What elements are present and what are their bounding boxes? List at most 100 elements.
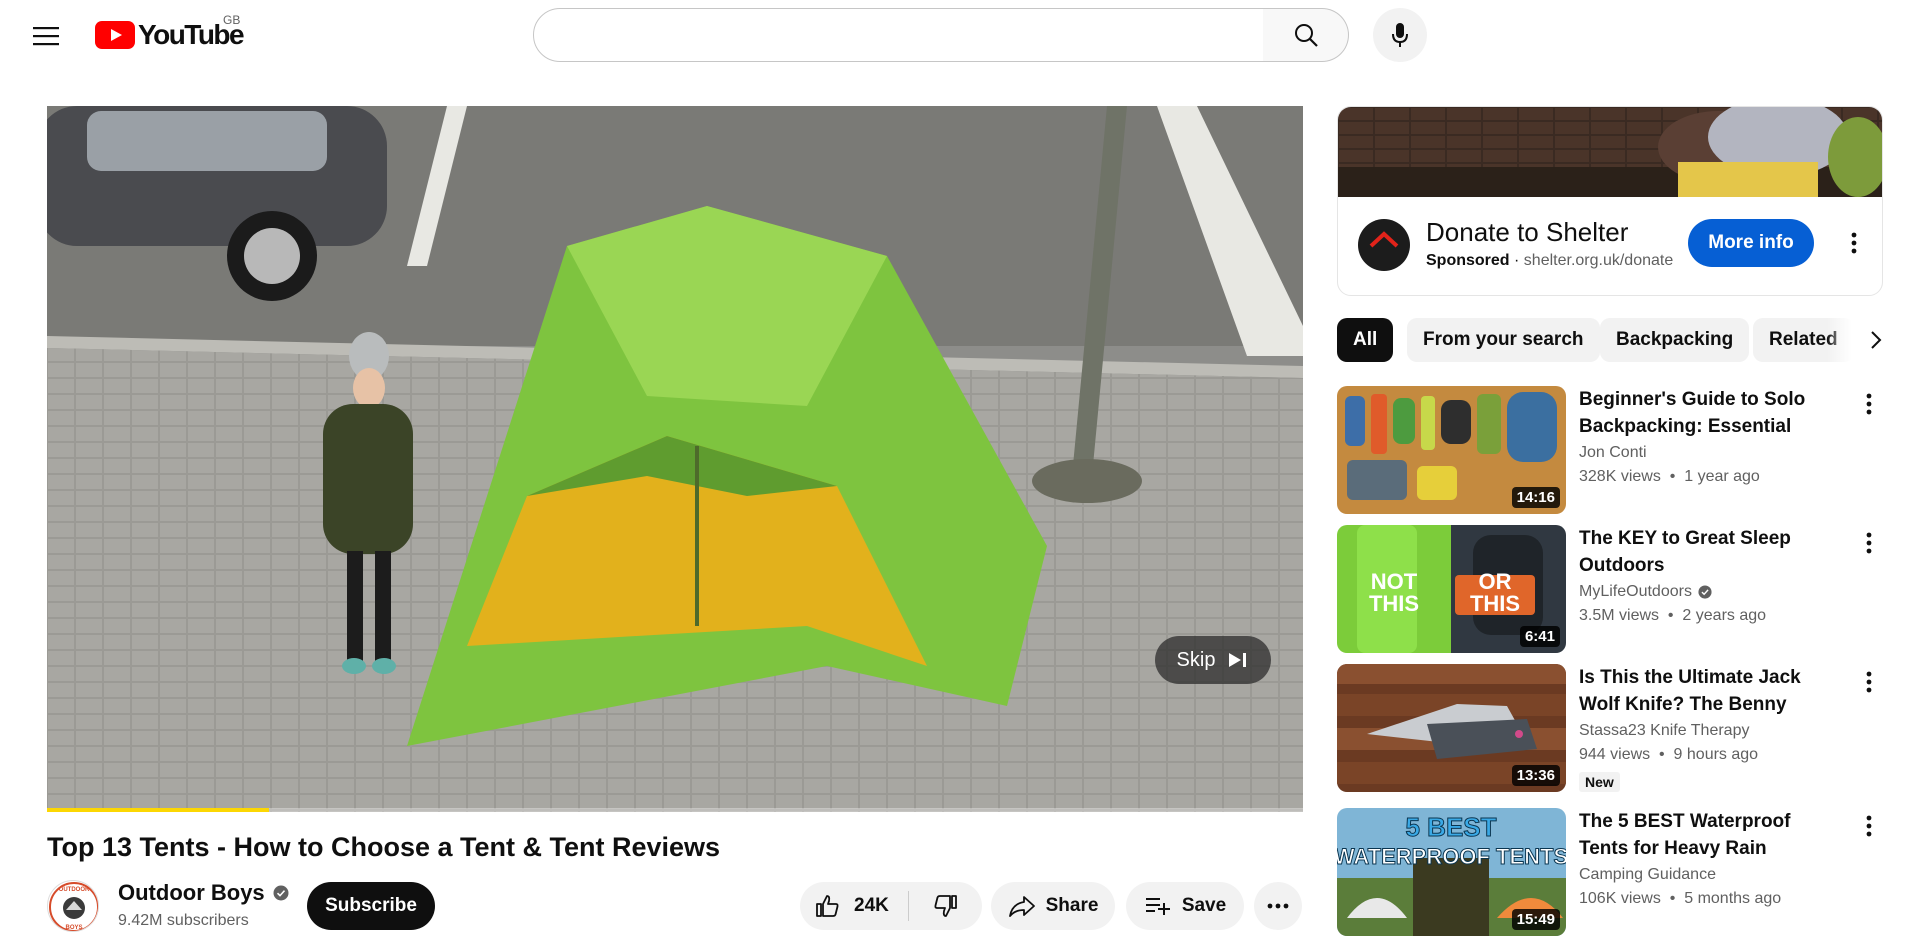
like-count: 24K bbox=[854, 895, 889, 916]
svg-text:THIS: THIS bbox=[1470, 591, 1520, 616]
house-icon bbox=[1369, 231, 1399, 248]
view-count: 944 views bbox=[1579, 746, 1651, 763]
masthead: YouTube GB bbox=[0, 0, 1920, 72]
video-stats: 3.5M views • 2 years ago bbox=[1579, 607, 1767, 624]
channel-name[interactable]: MyLifeOutdoors bbox=[1579, 583, 1712, 601]
vertical-dots-icon bbox=[1851, 232, 1857, 254]
channel-avatar[interactable]: OUTDOOR BOYS bbox=[47, 880, 99, 932]
youtube-logo[interactable]: YouTube bbox=[95, 18, 245, 52]
skip-label: Skip bbox=[1176, 648, 1216, 671]
svg-text:WATERPROOF TENTS: WATERPROOF TENTS bbox=[1337, 844, 1566, 869]
recommended-video-item[interactable]: NOT THIS OR THIS 6:41 The KEY to Great S… bbox=[1337, 525, 1883, 653]
save-button[interactable]: Save bbox=[1126, 882, 1244, 930]
save-label: Save bbox=[1181, 895, 1227, 916]
more-actions-button[interactable] bbox=[1254, 882, 1302, 930]
chip-from-your-search[interactable]: From your search bbox=[1407, 318, 1600, 362]
video-menu-button[interactable] bbox=[1855, 664, 1883, 700]
search-icon bbox=[1294, 24, 1318, 47]
channel-name-text: MyLifeOutdoors bbox=[1579, 583, 1692, 600]
video-title[interactable]: The 5 BEST Waterproof Tents for Heavy Ra… bbox=[1579, 808, 1835, 862]
hamburger-menu-icon bbox=[33, 27, 59, 46]
video-duration: 14:16 bbox=[1511, 487, 1560, 508]
channel-name[interactable]: Outdoor Boys bbox=[118, 880, 289, 906]
upload-age: 9 hours ago bbox=[1673, 746, 1759, 763]
chips-scroll-right-button[interactable] bbox=[1827, 318, 1883, 362]
ad-progress-bar[interactable] bbox=[47, 808, 1303, 812]
video-menu-button[interactable] bbox=[1855, 525, 1883, 561]
svg-text:THIS: THIS bbox=[1369, 591, 1419, 616]
subscribe-button[interactable]: Subscribe bbox=[307, 882, 435, 930]
channel-name-text: Stassa23 Knife Therapy bbox=[1579, 722, 1750, 739]
video-player[interactable]: Skip bbox=[47, 106, 1303, 812]
more-info-button[interactable]: More info bbox=[1688, 219, 1814, 267]
upload-age: 5 months ago bbox=[1684, 890, 1782, 907]
video-stats: 328K views • 1 year ago bbox=[1579, 468, 1760, 485]
chip-backpacking[interactable]: Backpacking bbox=[1600, 318, 1750, 362]
channel-name[interactable]: Camping Guidance bbox=[1579, 866, 1716, 884]
ad-menu-button[interactable] bbox=[1836, 225, 1872, 261]
channel-name-text: Outdoor Boys bbox=[118, 880, 265, 905]
vertical-dots-icon bbox=[1866, 393, 1872, 415]
video-menu-button[interactable] bbox=[1855, 386, 1883, 422]
guide-menu-button[interactable] bbox=[24, 14, 68, 58]
vertical-dots-icon bbox=[1866, 671, 1872, 693]
svg-text:BOYS: BOYS bbox=[65, 925, 82, 931]
view-count: 3.5M views bbox=[1579, 607, 1660, 624]
search-box bbox=[533, 8, 1264, 62]
search-input[interactable] bbox=[534, 9, 1263, 61]
sponsored-label: Sponsored bbox=[1426, 252, 1510, 269]
verified-check-icon bbox=[273, 885, 289, 901]
youtube-play-icon bbox=[95, 21, 135, 49]
recommended-video-item[interactable]: 5 BEST WATERPROOF TENTS 15:49 The 5 BEST… bbox=[1337, 808, 1883, 936]
vertical-dots-icon bbox=[1866, 815, 1872, 837]
video-stats: 944 views • 9 hours ago bbox=[1579, 746, 1759, 763]
channel-name[interactable]: Stassa23 Knife Therapy bbox=[1579, 722, 1749, 740]
subscriber-count: 9.42M subscribers bbox=[118, 912, 249, 929]
outdoor-boys-logo-icon: OUTDOOR BOYS bbox=[49, 882, 98, 931]
skip-ad-button[interactable]: Skip bbox=[1155, 636, 1271, 684]
channel-name-text: Camping Guidance bbox=[1579, 866, 1716, 883]
playlist-add-icon bbox=[1145, 898, 1170, 915]
video-title[interactable]: Is This the Ultimate Jack Wolf Knife? Th… bbox=[1579, 664, 1835, 718]
svg-text:5 BEST: 5 BEST bbox=[1405, 812, 1496, 842]
channel-name-text: Jon Conti bbox=[1579, 444, 1647, 461]
filter-chips: All From your search Backpacking Related bbox=[1337, 318, 1883, 362]
channel-name[interactable]: Jon Conti bbox=[1579, 444, 1647, 462]
video-thumbnail[interactable]: 13:36 bbox=[1337, 664, 1566, 792]
search-button[interactable] bbox=[1263, 8, 1349, 62]
recommended-video-item[interactable]: 14:16 Beginner's Guide to Solo Backpacki… bbox=[1337, 386, 1883, 514]
recommended-video-item[interactable]: 13:36 Is This the Ultimate Jack Wolf Kni… bbox=[1337, 664, 1883, 792]
ad-progress-fill bbox=[47, 808, 270, 812]
ad-separator: · bbox=[1514, 252, 1520, 269]
new-badge: New bbox=[1579, 772, 1620, 792]
share-button[interactable]: Share bbox=[991, 882, 1115, 930]
video-duration: 13:36 bbox=[1511, 765, 1560, 786]
video-stats: 106K views • 5 months ago bbox=[1579, 890, 1782, 907]
country-code: GB bbox=[223, 13, 241, 27]
svg-text:OUTDOOR: OUTDOOR bbox=[59, 887, 90, 893]
video-thumbnail[interactable]: NOT THIS OR THIS 6:41 bbox=[1337, 525, 1566, 653]
video-frame bbox=[47, 106, 1303, 812]
thumbs-up-icon bbox=[816, 895, 839, 917]
dislike-button[interactable] bbox=[909, 882, 982, 930]
video-menu-button[interactable] bbox=[1855, 808, 1883, 844]
chip-all[interactable]: All bbox=[1337, 318, 1394, 362]
ad-banner-image bbox=[1338, 107, 1882, 197]
ad-meta: Sponsored · shelter.org.uk/donate bbox=[1426, 252, 1673, 270]
share-arrow-icon bbox=[1008, 896, 1035, 917]
ad-title: Donate to Shelter bbox=[1426, 217, 1629, 247]
verified-check-icon bbox=[1698, 585, 1712, 599]
ad-url: shelter.org.uk/donate bbox=[1523, 252, 1674, 269]
video-title[interactable]: The KEY to Great Sleep Outdoors bbox=[1579, 525, 1835, 579]
shelter-logo bbox=[1358, 219, 1410, 271]
like-button[interactable]: 24K bbox=[800, 882, 908, 930]
voice-search-button[interactable] bbox=[1373, 8, 1427, 62]
video-duration: 15:49 bbox=[1511, 909, 1560, 930]
video-thumbnail[interactable]: 14:16 bbox=[1337, 386, 1566, 514]
microphone-icon bbox=[1392, 23, 1408, 47]
sponsored-ad-card[interactable]: Donate to Shelter Sponsored · shelter.or… bbox=[1337, 106, 1883, 296]
view-count: 328K views bbox=[1579, 468, 1661, 485]
like-dislike-group: 24K bbox=[800, 882, 982, 930]
video-title[interactable]: Beginner's Guide to Solo Backpacking: Es… bbox=[1579, 386, 1835, 440]
video-thumbnail[interactable]: 5 BEST WATERPROOF TENTS 15:49 bbox=[1337, 808, 1566, 936]
